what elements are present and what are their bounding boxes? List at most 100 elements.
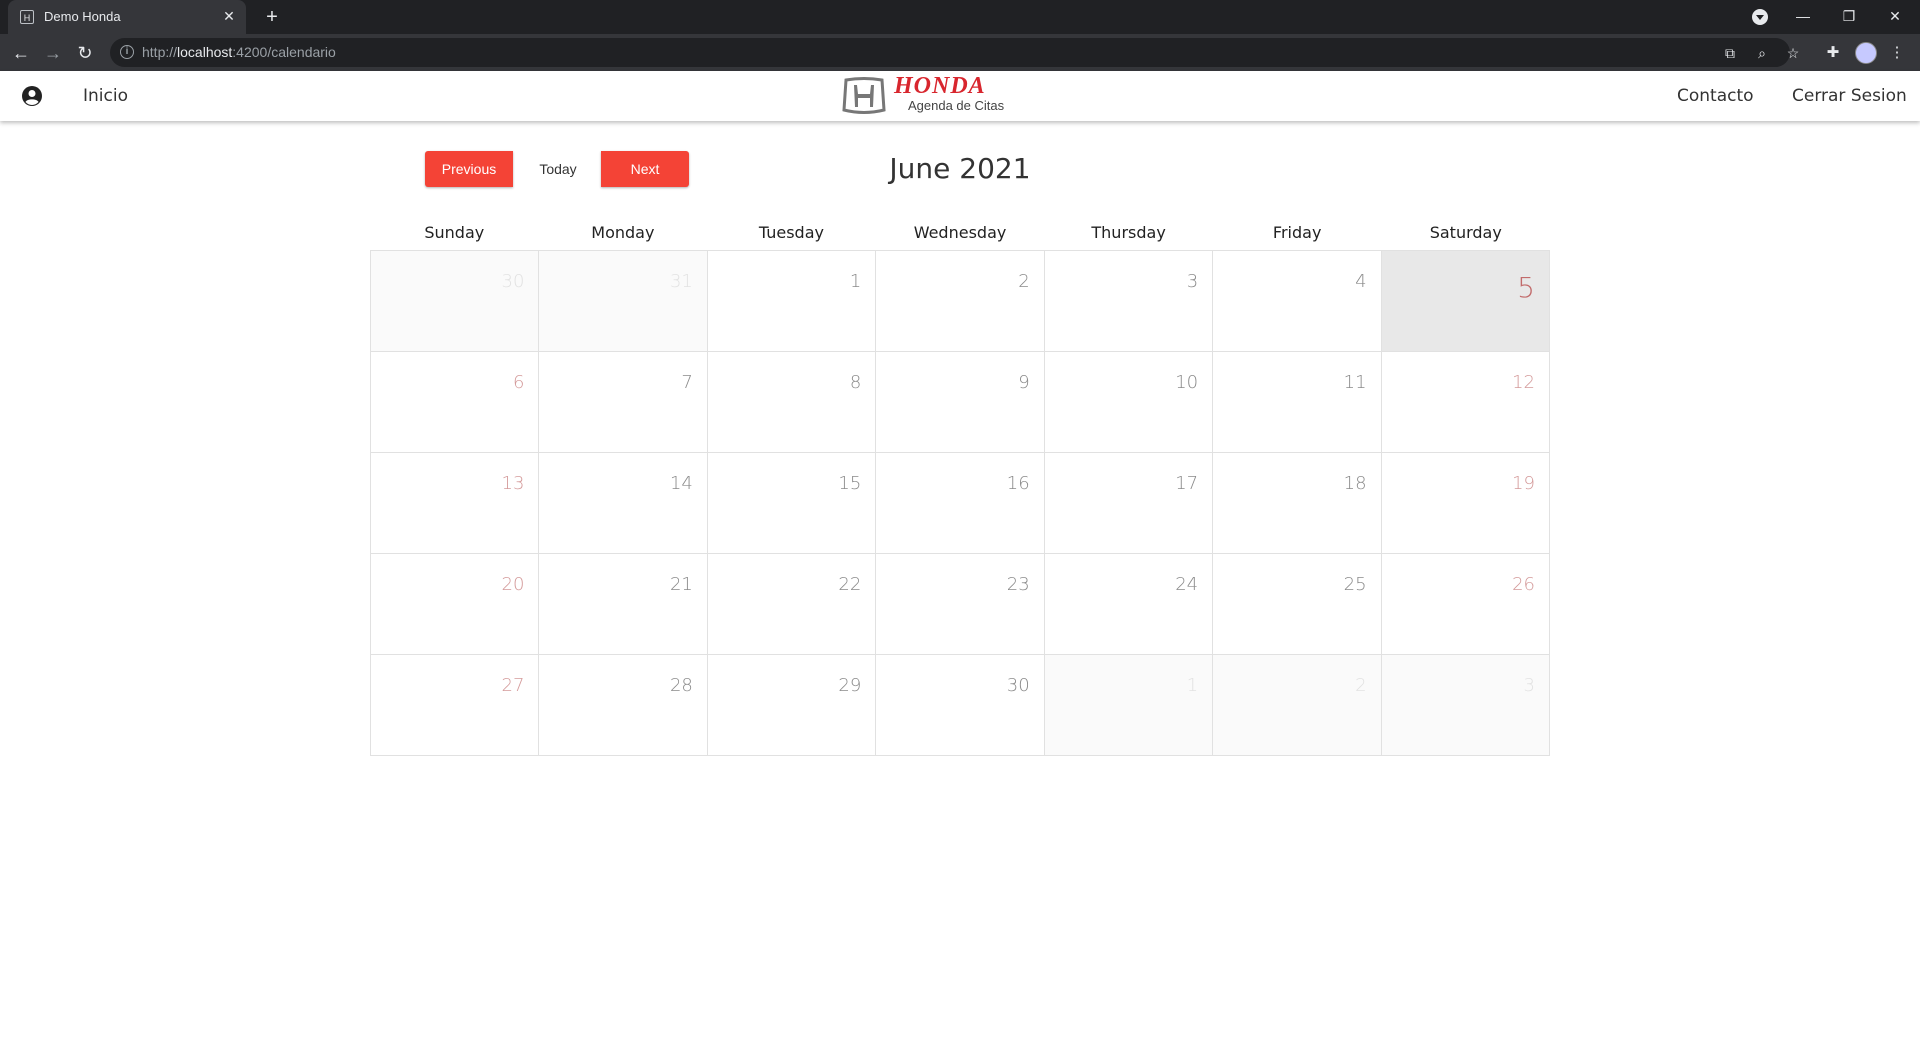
day-number: 29 (838, 675, 862, 696)
day-number: 1 (1186, 675, 1199, 696)
day-number: 26 (1512, 574, 1535, 595)
calendar-day-cell[interactable]: 27 (371, 655, 540, 756)
day-number: 20 (501, 574, 525, 595)
day-number: 9 (1018, 372, 1030, 393)
calendar-day-cell[interactable]: 13 (371, 453, 540, 554)
calendar-day-cell[interactable]: 24 (1044, 554, 1214, 655)
browser-tab[interactable]: H Demo Honda ✕ (8, 0, 246, 34)
brand-wordmark: HONDA (894, 73, 986, 99)
previous-button[interactable]: Previous (425, 151, 513, 187)
nav-contact-link[interactable]: Contacto (1677, 86, 1754, 106)
close-window-icon[interactable]: ✕ (1872, 0, 1918, 34)
day-number: 6 (512, 372, 525, 393)
user-account-icon[interactable] (22, 86, 42, 106)
calendar-day-cell[interactable]: 4 (1213, 251, 1382, 352)
day-number: 7 (681, 372, 693, 393)
extensions-icon[interactable]: ✚ (1822, 42, 1844, 64)
calendar-day-cell[interactable]: 20 (371, 554, 540, 655)
weekday-header-thursday: Thursday (1091, 223, 1166, 242)
calendar-day-cell[interactable]: 23 (876, 554, 1045, 655)
nav-logout-link[interactable]: Cerrar Sesion (1792, 86, 1907, 106)
calendar-day-cell[interactable]: 21 (539, 554, 708, 655)
browser-menu-icon[interactable]: ⋮ (1886, 42, 1908, 64)
day-number: 2 (1355, 675, 1367, 696)
calendar-day-cell[interactable]: 30 (876, 655, 1045, 756)
honda-favicon-icon: H (20, 10, 34, 24)
calendar-day-cell[interactable]: 1 (707, 251, 877, 352)
reload-icon[interactable]: ↻ (72, 40, 98, 66)
day-number: 28 (669, 675, 693, 696)
calendar-day-cell[interactable]: 26 (1381, 554, 1550, 655)
calendar-day-cell[interactable]: 17 (1044, 453, 1214, 554)
zoom-icon[interactable]: ⌕ (1752, 43, 1772, 63)
calendar-day-cell[interactable]: 6 (371, 352, 540, 453)
calendar-day-cell[interactable]: 7 (539, 352, 708, 453)
next-button[interactable]: Next (601, 151, 689, 187)
day-number: 4 (1355, 271, 1367, 292)
day-number: 5 (1517, 271, 1535, 304)
day-number: 22 (838, 574, 862, 595)
day-number: 24 (1175, 574, 1199, 595)
day-number: 1 (849, 271, 862, 292)
calendar-grid: 30 31 1 2 3 4 5 6 7 8 9 10 11 12 13 14 15 16 17 18 19 20 21 22 2… (370, 250, 1550, 756)
site-info-icon[interactable]: i (120, 45, 134, 59)
tab-search-icon[interactable] (1752, 9, 1768, 25)
weekday-header-wednesday: Wednesday (913, 223, 1007, 242)
calendar-day-cell[interactable]: 25 (1213, 554, 1382, 655)
tab-title: Demo Honda (44, 9, 121, 24)
calendar-day-cell-today[interactable]: 5 (1381, 251, 1550, 352)
day-number: 18 (1343, 473, 1367, 494)
forward-icon[interactable]: → (40, 40, 66, 66)
weekday-header-row: Sunday Monday Tuesday Wednesday Thursday Frid… (370, 220, 1550, 250)
calendar-month-title: June 2021 (889, 152, 1031, 185)
day-number: 8 (849, 372, 862, 393)
calendar-day-cell[interactable]: 16 (876, 453, 1045, 554)
calendar-day-cell[interactable]: 22 (707, 554, 877, 655)
day-number: 2 (1018, 271, 1030, 292)
day-number: 17 (1175, 473, 1199, 494)
minimize-icon[interactable]: — (1780, 0, 1826, 34)
today-button[interactable]: Today (515, 151, 601, 187)
close-tab-icon[interactable]: ✕ (220, 7, 238, 25)
calendar-day-cell[interactable]: 28 (539, 655, 708, 756)
day-number: 27 (501, 675, 525, 696)
day-number: 3 (1186, 271, 1199, 292)
nav-home-link[interactable]: Inicio (83, 86, 128, 106)
honda-logo: HONDA Agenda de Citas (842, 73, 1022, 119)
calendar-day-cell[interactable]: 29 (707, 655, 877, 756)
restore-icon[interactable]: ❐ (1826, 0, 1872, 34)
profile-avatar-icon[interactable] (1855, 42, 1877, 64)
calendar-day-cell[interactable]: 30 (371, 251, 540, 352)
day-number: 14 (669, 473, 693, 494)
calendar-day-cell[interactable]: 3 (1381, 655, 1550, 756)
calendar-day-cell[interactable]: 9 (876, 352, 1045, 453)
back-icon[interactable]: ← (8, 40, 34, 66)
weekday-header-friday: Friday (1272, 223, 1322, 242)
calendar-day-cell[interactable]: 11 (1213, 352, 1382, 453)
url-text: http://localhost:4200/calendario (142, 44, 336, 60)
new-tab-icon[interactable]: + (260, 5, 284, 29)
calendar-day-cell[interactable]: 15 (707, 453, 877, 554)
translate-icon[interactable]: ⧉ (1720, 43, 1740, 63)
weekday-header-sunday: Sunday (424, 223, 485, 242)
calendar-day-cell[interactable]: 3 (1044, 251, 1214, 352)
calendar-day-cell[interactable]: 12 (1381, 352, 1550, 453)
weekday-header-saturday: Saturday (1429, 223, 1502, 242)
day-number: 25 (1343, 574, 1367, 595)
calendar-day-cell[interactable]: 14 (539, 453, 708, 554)
day-number: 30 (1006, 675, 1030, 696)
day-number: 16 (1006, 473, 1030, 494)
calendar-day-cell[interactable]: 8 (707, 352, 877, 453)
weekday-header-tuesday: Tuesday (758, 223, 824, 242)
calendar-day-cell[interactable]: 1 (1044, 655, 1214, 756)
calendar-day-cell[interactable]: 31 (539, 251, 708, 352)
calendar-day-cell[interactable]: 10 (1044, 352, 1214, 453)
calendar-day-cell[interactable]: 19 (1381, 453, 1550, 554)
calendar-day-cell[interactable]: 2 (1213, 655, 1382, 756)
calendar-day-cell[interactable]: 2 (876, 251, 1045, 352)
calendar-day-cell[interactable]: 18 (1213, 453, 1382, 554)
day-number: 21 (669, 574, 693, 595)
bookmark-star-icon[interactable]: ☆ (1783, 43, 1803, 63)
address-bar[interactable]: i http://localhost:4200/calendario ⧉ ⌕ ☆ (110, 38, 1799, 67)
brand-subtitle: Agenda de Citas (908, 98, 1005, 113)
